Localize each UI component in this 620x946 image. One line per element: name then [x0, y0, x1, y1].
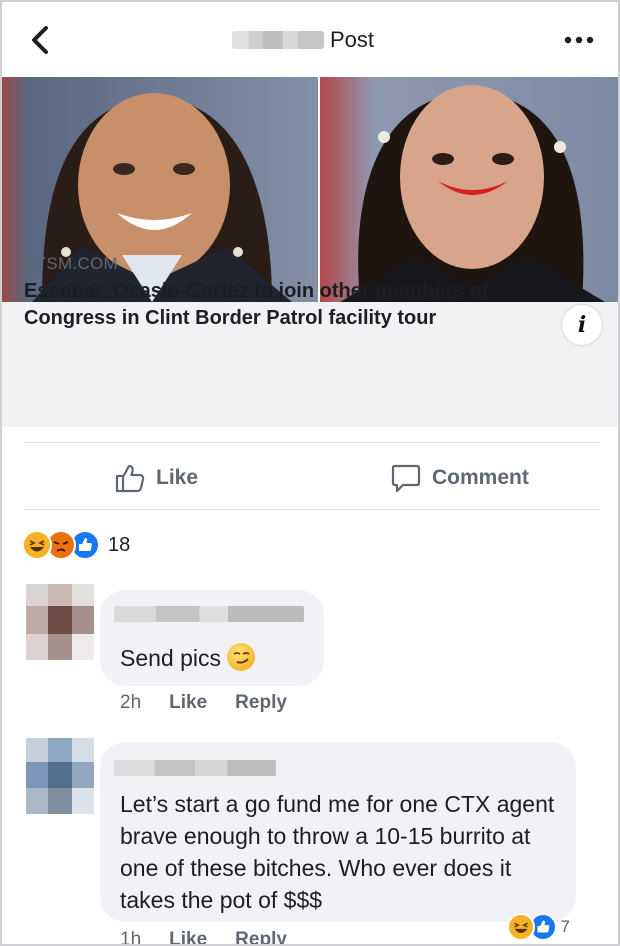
comment-meta: 2h Like Reply — [120, 692, 287, 714]
page-title: Post — [330, 27, 375, 52]
page-title-group: Post — [232, 26, 374, 54]
post-screen: Post i KTSM.COM Escobar, Ocasio-Cortez t… — [0, 0, 620, 946]
blurred-page-name — [232, 31, 324, 49]
divider — [24, 442, 600, 443]
comment-text: Let’s start a go fund me for one CTX age… — [120, 791, 555, 913]
top-bar: Post — [2, 2, 618, 76]
like-label: Like — [156, 466, 199, 489]
smirk-emoji-icon — [227, 643, 256, 671]
avatar[interactable] — [26, 738, 94, 814]
like-button[interactable]: Like — [114, 460, 198, 496]
comment-reply-button[interactable]: Reply — [235, 692, 287, 714]
chevron-left-icon — [32, 26, 48, 54]
reactions-count: 18 — [108, 533, 131, 556]
link-preview-card[interactable]: i — [2, 77, 618, 427]
thumbs-up-icon — [115, 464, 145, 493]
comment-reply-button[interactable]: Reply — [235, 929, 287, 944]
blurred-author-name — [114, 606, 304, 622]
comment-like-button[interactable]: Like — [169, 929, 207, 944]
comment-body: Send pics — [120, 645, 222, 671]
link-domain: KTSM.COM — [24, 254, 119, 273]
comment-meta: 1h Like Reply — [120, 929, 287, 946]
portrait-photo-right — [320, 77, 618, 302]
comment-like-button[interactable]: Like — [169, 692, 207, 714]
haha-reaction-icon — [22, 530, 52, 560]
comment-reactions[interactable]: 7 — [506, 913, 570, 941]
comment-reaction-count: 7 — [560, 917, 570, 936]
comment-text: Send pics — [120, 642, 256, 674]
comment-time: 1h — [120, 929, 142, 946]
back-button[interactable] — [26, 22, 58, 58]
link-headline[interactable]: Escobar, Ocasio-Cortez to join other mem… — [24, 278, 584, 332]
comment-time: 2h — [120, 692, 142, 713]
reactions-summary[interactable]: 18 — [22, 530, 130, 560]
divider — [24, 509, 600, 510]
haha-reaction-icon — [506, 913, 535, 941]
blurred-author-name — [114, 760, 276, 776]
more-button[interactable] — [562, 26, 596, 54]
comment-icon — [391, 464, 421, 493]
comment-label: Comment — [432, 466, 529, 489]
avatar[interactable] — [26, 584, 94, 660]
comment-button[interactable]: Comment — [390, 460, 529, 496]
more-horizontal-icon — [564, 36, 594, 44]
